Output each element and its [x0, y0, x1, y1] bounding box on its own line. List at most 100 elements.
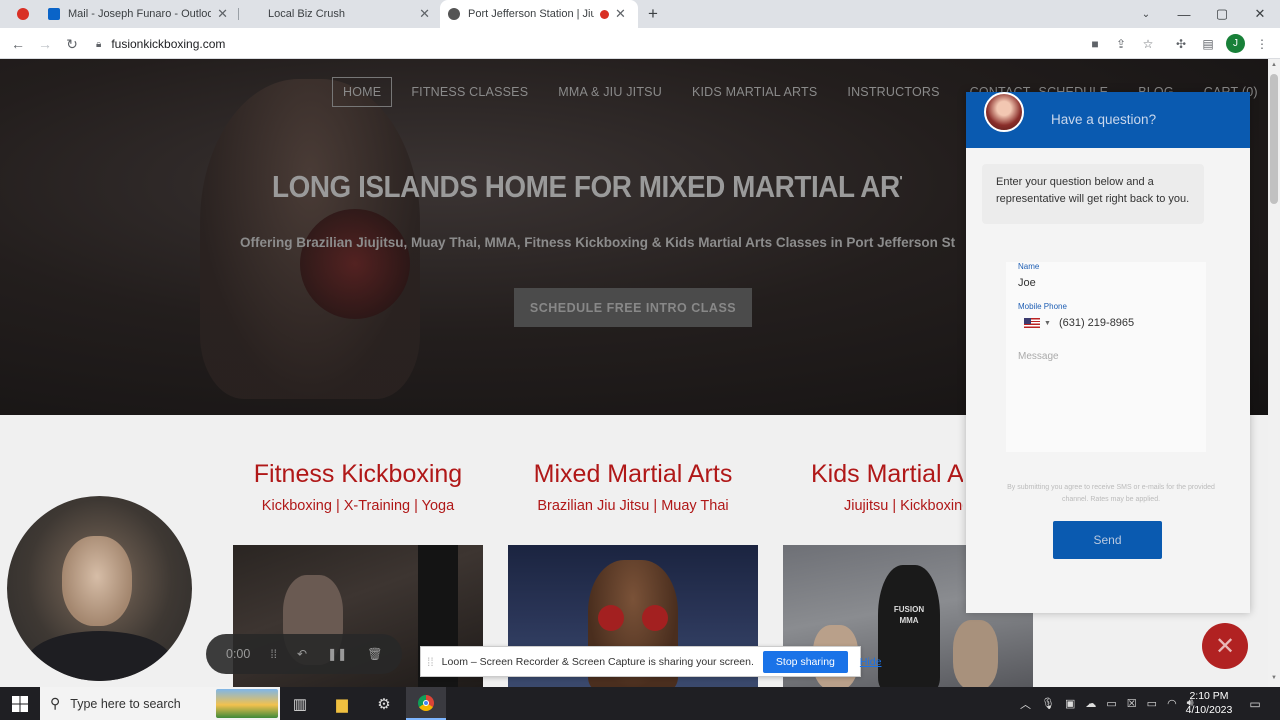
webcam-bubble[interactable]: [7, 496, 192, 681]
scroll-down-icon[interactable]: ▼: [1271, 675, 1277, 681]
camera-icon[interactable]: ■: [1085, 34, 1105, 54]
pause-icon[interactable]: ❚❚: [327, 647, 347, 661]
chat-widget: Have a question? Enter your question bel…: [966, 92, 1250, 613]
share-icon[interactable]: ⇪: [1111, 34, 1131, 54]
tab-local-biz-crush[interactable]: Local Biz Crush ✕: [260, 0, 438, 28]
stop-sharing-button[interactable]: Stop sharing: [762, 650, 848, 673]
screen-sharing-bar: ⁞⁞ Loom – Screen Recorder & Screen Captu…: [420, 646, 882, 677]
phone-field[interactable]: ▼ (631) 219-8965: [1024, 317, 1206, 329]
scroll-thumb[interactable]: [1270, 74, 1278, 204]
chat-form: Name Joe Mobile Phone ▼ (631) 219-8965 M…: [1006, 262, 1206, 362]
hide-link[interactable]: Hide: [860, 656, 882, 668]
webcam-person-body: [27, 631, 172, 681]
windows-start-button[interactable]: [0, 687, 40, 720]
nav-home[interactable]: HOME: [332, 76, 393, 107]
notifications-icon[interactable]: ▭: [1240, 687, 1270, 720]
page-scrollbar[interactable]: ▲ ▼: [1268, 59, 1280, 687]
name-field[interactable]: Joe: [1018, 277, 1206, 289]
phone-label: Mobile Phone: [1018, 302, 1067, 311]
child-figure: [953, 620, 998, 687]
schedule-intro-button[interactable]: SCHEDULE FREE INTRO CLASS: [514, 288, 752, 327]
chat-header: Have a question?: [966, 92, 1250, 148]
scroll-up-icon[interactable]: ▲: [1271, 62, 1277, 68]
message-field[interactable]: Message: [1018, 351, 1206, 362]
webcam-person-face: [62, 536, 132, 626]
wifi-icon[interactable]: ◠: [1167, 697, 1177, 710]
name-label: Name: [1018, 262, 1040, 271]
reload-icon[interactable]: ↻: [62, 34, 82, 54]
microphone-icon[interactable]: 🎙︎: [1041, 697, 1055, 710]
webcam-icon[interactable]: ▣: [1065, 697, 1075, 710]
recording-icon: [17, 8, 29, 20]
loom-controls: 0:00 ⁞⁞ ↶ ❚❚ 🗑︎: [206, 634, 402, 674]
window-close-button[interactable]: ✕: [1241, 0, 1279, 28]
forward-icon[interactable]: →: [35, 34, 55, 54]
clock-date: 4/10/2023: [1185, 704, 1233, 716]
recording-timer: 0:00: [226, 647, 251, 661]
tab-strip: Mail - Joseph Funaro - Outlook ✕ Local B…: [0, 0, 1280, 28]
extensions-icon[interactable]: ✣: [1171, 34, 1191, 54]
undo-icon[interactable]: ↶: [297, 647, 307, 661]
camera-tray-icon[interactable]: ▭: [1106, 697, 1116, 710]
side-panel-icon[interactable]: ▤: [1198, 34, 1218, 54]
taskbar-search-input[interactable]: ⚲ Type here to search: [40, 687, 280, 720]
battery-icon[interactable]: ▭: [1147, 697, 1157, 710]
settings-gear-icon[interactable]: ⚙: [364, 687, 404, 720]
close-icon[interactable]: ✕: [615, 6, 626, 22]
hero-title: LONG ISLANDS HOME FOR MIXED MARTIAL ARTS…: [272, 169, 902, 204]
close-icon[interactable]: ✕: [217, 6, 228, 22]
tab-port-jefferson[interactable]: Port Jefferson Station | Jiujits ✕: [440, 0, 638, 28]
globe-icon: [448, 8, 460, 20]
close-icon[interactable]: ✕: [419, 6, 430, 22]
maximize-button[interactable]: ▢: [1203, 0, 1241, 28]
windows-logo-icon: [12, 695, 28, 712]
menu-icon[interactable]: ⋮: [1252, 34, 1272, 54]
search-icon: ⚲: [50, 695, 61, 711]
grid-icon[interactable]: ⁞⁞: [270, 647, 277, 661]
nav-instructors[interactable]: INSTRUCTORS: [847, 85, 939, 99]
close-icon: ✕: [1214, 632, 1236, 660]
hero-glove-image: [300, 209, 410, 319]
task-view-icon[interactable]: ▥: [280, 687, 320, 720]
address-bar[interactable]: 🔒︎ fusionkickboxing.com: [96, 32, 1176, 56]
program-title-fitness[interactable]: Fitness Kickboxing: [233, 460, 483, 489]
onedrive-cloud-icon[interactable]: ☁: [1085, 697, 1096, 710]
clock-time: 2:10 PM: [1189, 690, 1229, 702]
consent-text: By submitting you agree to receive SMS o…: [1007, 484, 1215, 503]
sharing-message: Loom – Screen Recorder & Screen Capture …: [441, 655, 754, 668]
red-glove: [598, 605, 624, 631]
drag-handle-icon[interactable]: ⁞⁞: [427, 655, 434, 669]
file-explorer-icon[interactable]: ▆: [322, 687, 362, 720]
program-title-mma[interactable]: Mixed Martial Arts: [508, 460, 758, 489]
chevron-down-icon[interactable]: ▼: [1044, 320, 1051, 327]
send-button[interactable]: Send: [1053, 521, 1162, 559]
bookmark-star-icon[interactable]: ☆: [1138, 34, 1158, 54]
system-clock[interactable]: 2:10 PM 4/10/2023: [1180, 689, 1238, 717]
profile-avatar[interactable]: J: [1226, 34, 1245, 53]
us-flag-icon[interactable]: [1024, 318, 1040, 328]
chat-close-button[interactable]: ✕: [1202, 623, 1248, 669]
nav-fitness-classes[interactable]: FITNESS CLASSES: [411, 85, 528, 99]
search-placeholder: Type here to search: [70, 696, 181, 711]
chat-header-title: Have a question?: [1051, 112, 1157, 127]
search-highlight-image: [216, 689, 278, 718]
chrome-icon[interactable]: [406, 687, 446, 720]
new-tab-button[interactable]: +: [648, 4, 664, 24]
browser-toolbar: ← → ↻ 🔒︎ fusionkickboxing.com ■ ⇪ ☆ ✣ ▤ …: [0, 28, 1280, 59]
nav-kids-martial-arts[interactable]: KIDS MARTIAL ARTS: [692, 85, 817, 99]
phone-value: (631) 219-8965: [1058, 317, 1135, 329]
minimize-button[interactable]: —: [1165, 0, 1203, 28]
lock-icon: 🔒︎: [96, 38, 102, 50]
program-title-kids[interactable]: Kids Martial A: [783, 460, 963, 489]
nav-mma-jiu-jitsu[interactable]: MMA & JIU JITSU: [558, 85, 662, 99]
tab-title: Mail - Joseph Funaro - Outlook: [68, 8, 212, 20]
shirt-label: MMA: [899, 616, 919, 625]
tab-search-icon[interactable]: ⌄: [1127, 0, 1165, 28]
instructor-figure: [878, 565, 940, 687]
tab-separator: [238, 8, 239, 20]
tab-outlook[interactable]: Mail - Joseph Funaro - Outlook ✕: [40, 0, 236, 28]
security-icon[interactable]: ☒: [1127, 697, 1137, 710]
trash-icon[interactable]: 🗑︎: [367, 647, 382, 661]
chevron-up-icon[interactable]: ︿: [1020, 696, 1031, 712]
back-icon[interactable]: ←: [8, 34, 28, 54]
